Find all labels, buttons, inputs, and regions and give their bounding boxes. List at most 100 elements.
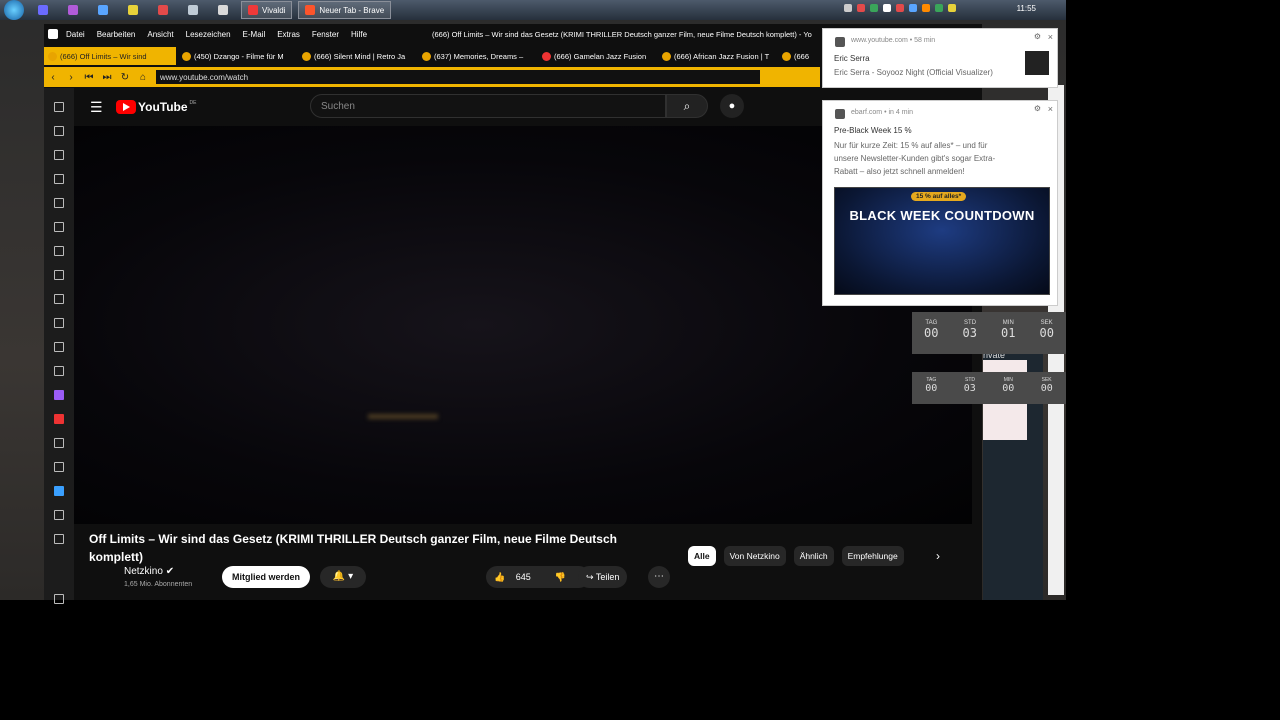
tab-label: (666) Off Limits – Wir sind xyxy=(60,51,147,61)
tray-icon[interactable] xyxy=(948,4,956,12)
app-icon[interactable] xyxy=(68,5,78,15)
tab[interactable]: (637) Memories, Dreams – xyxy=(418,47,536,65)
tab[interactable]: (666 xyxy=(778,47,816,65)
reading-list-icon[interactable] xyxy=(54,126,64,136)
menu-tools[interactable]: Extras xyxy=(277,30,300,39)
menu-file[interactable]: Datei xyxy=(66,30,85,39)
add-panel-icon[interactable] xyxy=(54,534,64,544)
tasks-icon[interactable] xyxy=(54,318,64,328)
start-button[interactable] xyxy=(4,0,24,20)
tray-icon[interactable] xyxy=(857,4,865,12)
wikipedia-icon[interactable] xyxy=(54,438,64,448)
close-icon[interactable]: × xyxy=(1048,104,1053,114)
tray-icon[interactable] xyxy=(896,4,904,12)
dislike-button[interactable]: 👎 xyxy=(547,566,574,588)
notification-youtube[interactable]: www.youtube.com • 58 min ⚙ × Eric Serra … xyxy=(822,28,1058,88)
notification-ebarf[interactable]: ebarf.com • in 4 min ⚙ × Pre-Black Week … xyxy=(822,100,1058,306)
taskbar-task-vivaldi[interactable]: Vivaldi xyxy=(241,1,293,19)
brave-icon xyxy=(305,5,316,15)
timer-value: 01 xyxy=(1001,326,1016,340)
reload-icon[interactable]: ↻ xyxy=(116,72,134,83)
app-icon[interactable] xyxy=(218,5,228,15)
chip-recommended[interactable]: Empfehlunge xyxy=(841,546,904,566)
notification-bell-button[interactable]: 🔔 ▾ xyxy=(320,566,366,588)
vivaldi-social-icon[interactable] xyxy=(54,414,64,424)
tab[interactable]: (666) Off Limits – Wir sind xyxy=(44,47,176,65)
banner-discount-pill: 15 % auf alles* xyxy=(911,192,967,201)
tab[interactable]: (666) Silent Mind | Retro Ja xyxy=(298,47,416,65)
chip-similar[interactable]: Ähnlich xyxy=(793,546,834,566)
notification-title: Eric Serra xyxy=(834,54,870,63)
menu-bookmarks[interactable]: Lesezeichen xyxy=(186,30,231,39)
close-icon[interactable]: × xyxy=(1048,32,1053,42)
menu-view[interactable]: Ansicht xyxy=(147,30,173,39)
gear-icon[interactable]: ⚙ xyxy=(1034,104,1041,113)
like-button[interactable]: 👍 645 xyxy=(486,566,547,588)
history-icon[interactable] xyxy=(54,174,64,184)
tray-icon[interactable] xyxy=(922,4,930,12)
taskbar: Vivaldi Neuer Tab - Brave 11:55 xyxy=(0,0,1066,20)
menu-window[interactable]: Fenster xyxy=(312,30,339,39)
tray-icon[interactable] xyxy=(883,4,891,12)
tab[interactable]: (450) Dzango - Filme für M xyxy=(178,47,296,65)
taskbar-task-brave[interactable]: Neuer Tab - Brave xyxy=(298,1,392,19)
microphone-icon[interactable]: ● xyxy=(720,94,744,118)
bookmarks-icon[interactable] xyxy=(54,102,64,112)
app-icon[interactable] xyxy=(98,5,108,15)
tab[interactable]: (666) African Jazz Fusion | T xyxy=(658,47,776,65)
fast-forward-icon[interactable]: ⏭ xyxy=(98,72,116,83)
chip-from-channel[interactable]: Von Netzkino xyxy=(723,546,786,566)
app-icon[interactable] xyxy=(158,5,168,15)
menu-icon[interactable]: ☰ xyxy=(90,99,104,116)
mail-icon[interactable] xyxy=(54,270,64,280)
clock[interactable]: 11:55 xyxy=(1017,4,1036,13)
feeds-icon[interactable] xyxy=(54,342,64,352)
calendar-icon[interactable] xyxy=(54,294,64,304)
web-panel-icon[interactable] xyxy=(54,462,64,472)
url-field[interactable]: www.youtube.com/watch xyxy=(156,70,760,84)
tray-icon[interactable] xyxy=(935,4,943,12)
menu-email[interactable]: E-Mail xyxy=(243,30,266,39)
translate-icon[interactable] xyxy=(54,246,64,256)
search-button[interactable]: ⌕ xyxy=(666,94,708,118)
menu-help[interactable]: Hilfe xyxy=(351,30,367,39)
mastodon-icon[interactable] xyxy=(54,390,64,400)
tab-label: (666) African Jazz Fusion | T xyxy=(674,51,770,61)
rewind-icon[interactable]: ⏮ xyxy=(80,72,98,83)
contacts-icon[interactable] xyxy=(54,366,64,376)
channel-info[interactable]: Netzkino ✔ 1,65 Mio. Abonnenten xyxy=(124,566,192,588)
search-input[interactable]: Suchen xyxy=(310,94,666,118)
home-icon[interactable]: ⌂ xyxy=(134,72,152,83)
app-icon[interactable] xyxy=(128,5,138,15)
tab-favicon-icon xyxy=(782,51,791,61)
web-panel-icon[interactable] xyxy=(54,510,64,520)
web-panel-icon[interactable] xyxy=(54,486,64,496)
join-button[interactable]: Mitglied werden xyxy=(222,566,311,588)
downloads-icon[interactable] xyxy=(54,150,64,160)
notes-icon[interactable] xyxy=(54,198,64,208)
tray-icon[interactable] xyxy=(909,4,917,12)
youtube-logo[interactable]: YouTube DE xyxy=(116,100,197,114)
youtube-play-icon xyxy=(116,100,136,114)
more-actions-icon[interactable]: ⋯ xyxy=(648,566,670,588)
gear-icon[interactable]: ⚙ xyxy=(1034,32,1041,41)
back-icon[interactable]: ‹ xyxy=(44,72,62,83)
notification-body: Nur für kurze Zeit: 15 % auf alles* – un… xyxy=(834,141,996,176)
timer-value: 03 xyxy=(963,383,976,394)
chip-all[interactable]: Alle xyxy=(688,546,716,566)
channel-name[interactable]: Netzkino xyxy=(124,566,163,577)
chevron-right-icon[interactable]: › xyxy=(936,546,940,566)
app-icon[interactable] xyxy=(188,5,198,15)
tray-icon[interactable] xyxy=(844,4,852,12)
window-panel-icon[interactable] xyxy=(54,222,64,232)
vivaldi-icon[interactable] xyxy=(48,29,58,39)
app-icon[interactable] xyxy=(38,5,48,15)
settings-icon[interactable] xyxy=(54,594,64,604)
verified-icon: ✔ xyxy=(165,566,175,577)
forward-icon[interactable]: › xyxy=(62,72,80,83)
tray-icon[interactable] xyxy=(870,4,878,12)
tab-label: (450) Dzango - Filme für M xyxy=(194,51,284,61)
tab[interactable]: (666) Gamelan Jazz Fusion xyxy=(538,47,656,65)
share-button[interactable]: ↪ Teilen xyxy=(578,566,628,588)
menu-edit[interactable]: Bearbeiten xyxy=(97,30,136,39)
